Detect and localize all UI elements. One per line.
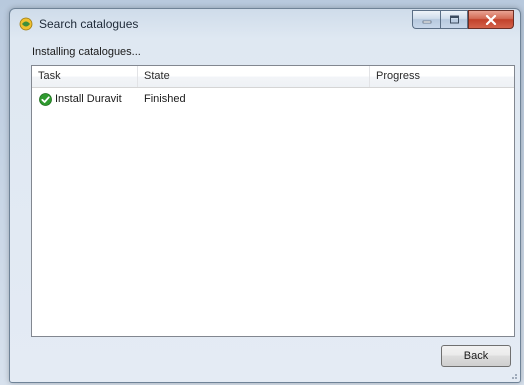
caption-buttons [412,10,514,29]
resize-grip-icon[interactable] [508,370,518,380]
back-button[interactable]: Back [441,345,511,367]
task-state: Finished [144,93,186,105]
column-header-task[interactable]: Task [32,66,138,87]
list-header: Task State Progress [32,66,514,88]
success-check-icon [39,93,52,106]
tasks-list[interactable]: Task State Progress Install Duravit Fini… [31,65,515,337]
minimize-button[interactable] [412,10,440,29]
close-button[interactable] [468,10,514,29]
catalogue-app-icon [19,17,33,31]
title-bar[interactable]: Search catalogues [10,9,520,39]
maximize-icon [449,15,459,24]
close-icon [485,14,497,25]
maximize-button[interactable] [440,10,468,29]
task-name: Install Duravit [55,93,122,105]
column-header-progress[interactable]: Progress [370,66,514,87]
dialog-window: Search catalogues Installing catalogues.… [9,8,521,383]
minimize-icon [422,20,431,23]
column-header-state[interactable]: State [138,66,370,87]
status-label: Installing catalogues... [32,46,141,58]
window-title: Search catalogues [39,17,139,31]
list-item[interactable]: Install Duravit Finished [32,90,514,109]
